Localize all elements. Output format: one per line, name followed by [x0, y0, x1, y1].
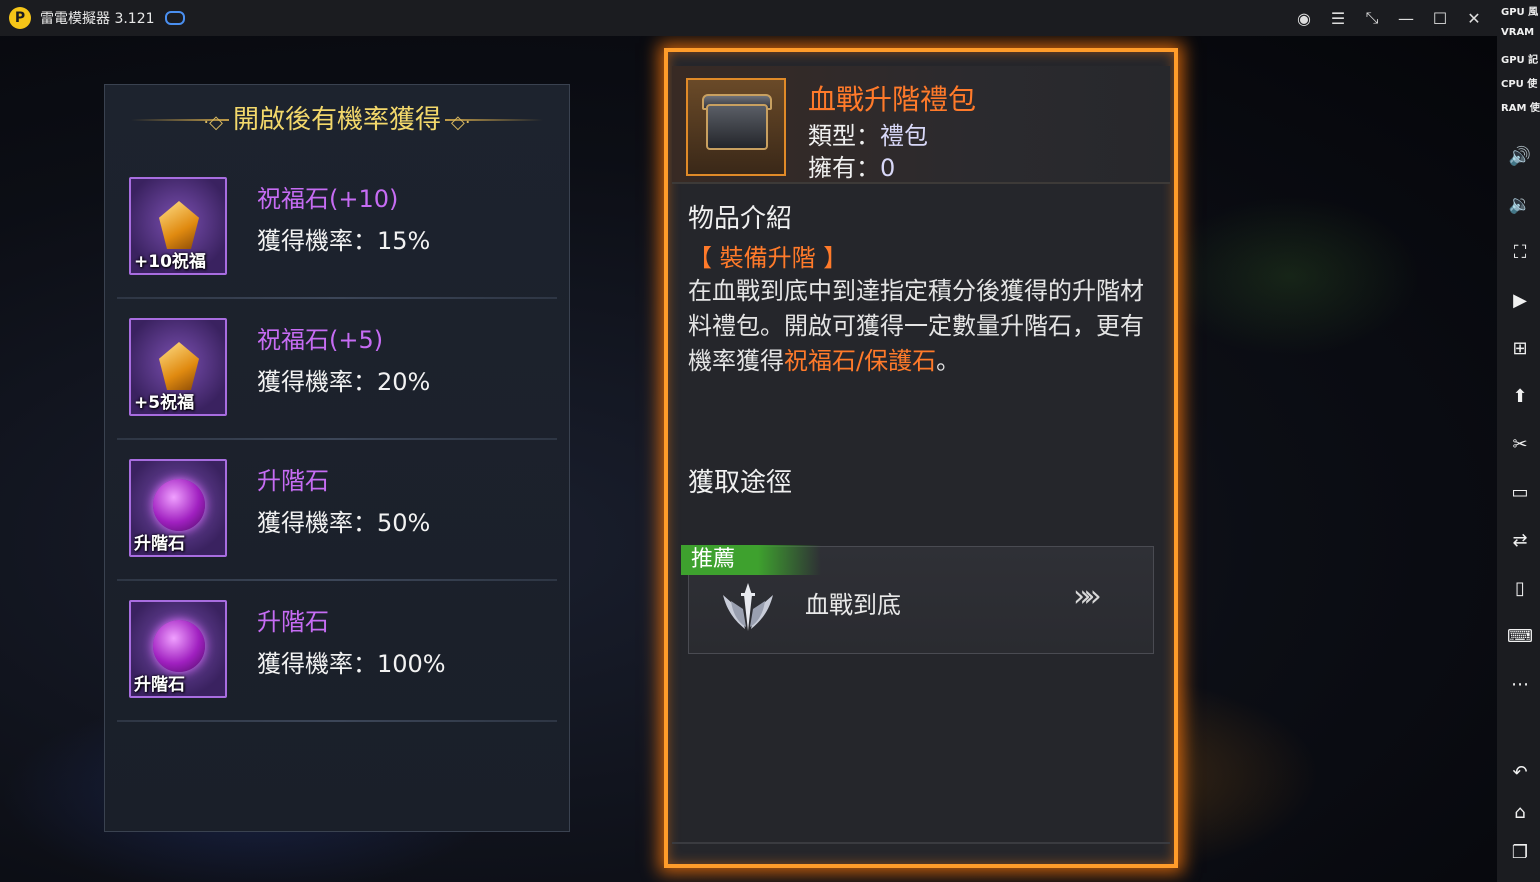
more-icon[interactable]: ⋯	[1507, 671, 1533, 697]
drop-item[interactable]: +5祝福 祝福石(+5) 獲得機率：20%	[117, 308, 557, 440]
back-icon[interactable]: ↶	[1507, 759, 1533, 785]
volume-up-icon[interactable]: 🔊	[1507, 143, 1533, 169]
item-name: 祝福石(+10)	[257, 185, 399, 213]
item-rate: 獲得機率：100%	[257, 650, 446, 678]
purple-orb-icon	[153, 620, 205, 672]
panel-footer-divider	[672, 842, 1170, 844]
menu-icon[interactable]: ☰	[1321, 0, 1355, 36]
row-divider	[117, 579, 557, 581]
ornament-left-icon: ·◇	[203, 112, 223, 133]
record-macro-icon[interactable]: ▶	[1507, 287, 1533, 313]
perf-gpu-mem: GPU 記	[1501, 55, 1539, 66]
type-label: 類型：	[808, 122, 880, 150]
shrink-window-icon[interactable]: ⤡	[1355, 0, 1389, 36]
description-highlight: 祝福石/保護石	[784, 347, 937, 375]
gamepad-icon[interactable]	[164, 11, 185, 25]
item-owned: 擁有：0	[808, 148, 895, 183]
item-name: 升階石	[257, 467, 329, 495]
item-icon-tag: 升階石	[134, 534, 185, 554]
item-detail-panel: 血戰升階禮包 類型：禮包 擁有：0 物品介紹 【 裝備升階 】 在血戰到底中到達…	[664, 48, 1178, 868]
blessing-stone-icon[interactable]: +10祝福	[129, 177, 227, 275]
item-rate: 獲得機率：20%	[257, 368, 431, 396]
home-icon[interactable]: ⌂	[1507, 799, 1533, 825]
title-bar: P 雷電模擬器 3.121 ◉ ☰ ⤡ — ☐ ✕	[0, 0, 1497, 36]
volume-down-icon[interactable]: 🔉	[1507, 191, 1533, 217]
perf-gpu: GPU 風	[1501, 7, 1539, 18]
owned-label: 擁有：	[808, 154, 880, 182]
drop-list-panel: ·◇ 開啟後有機率獲得 ◇· +10祝福 祝福石(+10) 獲得機率：15% +5祝…	[104, 84, 570, 832]
row-divider	[117, 297, 557, 299]
item-icon-tag: +5祝福	[134, 393, 195, 413]
sync-icon[interactable]: ⇄	[1507, 527, 1533, 553]
item-description: 在血戰到底中到達指定積分後獲得的升階材料禮包。開啟可獲得一定數量升階石，更有機率…	[688, 274, 1158, 379]
description-end: 。	[936, 347, 961, 375]
item-name: 祝福石(+5)	[257, 326, 384, 354]
maximize-button[interactable]: ☐	[1423, 0, 1457, 36]
owned-value: 0	[880, 154, 896, 182]
drop-item[interactable]: 升階石 升階石 獲得機率：100%	[117, 590, 557, 722]
go-arrow-icon[interactable]: »»	[1073, 579, 1102, 614]
upgrade-stone-icon[interactable]: 升階石	[129, 600, 227, 698]
background-glow	[1160, 196, 1420, 356]
recent-apps-icon[interactable]: ❐	[1507, 839, 1533, 865]
ornament-right-icon: ◇·	[451, 112, 471, 133]
multi-instance-icon[interactable]: ⊞	[1507, 335, 1533, 361]
recommended-badge: 推薦	[681, 545, 821, 575]
close-button[interactable]: ✕	[1457, 0, 1491, 36]
drop-list-header: ·◇ 開啟後有機率獲得 ◇·	[105, 85, 569, 157]
row-divider	[117, 720, 557, 722]
gold-gem-icon	[159, 201, 199, 249]
item-icon-tag: 升階石	[134, 675, 185, 695]
item-title: 血戰升階禮包	[808, 83, 977, 116]
scissors-icon[interactable]: ✂	[1507, 431, 1533, 457]
category-tag: 【 裝備升階 】	[688, 244, 848, 272]
keyboard-icon[interactable]: ⌨	[1507, 623, 1533, 649]
item-header: 血戰升階禮包 類型：禮包 擁有：0	[672, 66, 1170, 184]
fullscreen-icon[interactable]: ⛶	[1507, 239, 1533, 265]
intro-heading: 物品介紹	[688, 204, 793, 234]
video-record-icon[interactable]: ▭	[1507, 479, 1533, 505]
row-divider	[117, 438, 557, 440]
drop-item[interactable]: 升階石 升階石 獲得機率：50%	[117, 449, 557, 581]
route-name: 血戰到底	[805, 591, 901, 619]
purple-orb-icon	[153, 479, 205, 531]
shake-icon[interactable]: ▯	[1507, 575, 1533, 601]
source-route-card[interactable]: 推薦 血戰到底 »»	[681, 545, 1154, 654]
item-description-area: 物品介紹 【 裝備升階 】 在血戰到底中到達指定積分後獲得的升階材料禮包。開啟可…	[672, 186, 1170, 816]
app-logo-icon: P	[9, 7, 31, 29]
gold-gem-icon	[159, 342, 199, 390]
perf-cpu: CPU 使	[1501, 79, 1538, 90]
install-apk-icon[interactable]: ⬆	[1507, 383, 1533, 409]
item-type: 類型：禮包	[808, 116, 928, 151]
window-title: 雷電模擬器 3.121	[40, 11, 155, 27]
performance-overlay: GPU 風 VRAM GPU 記 CPU 使 RAM 使	[1497, 0, 1540, 120]
account-icon[interactable]: ◉	[1287, 0, 1321, 36]
perf-vram: VRAM	[1501, 27, 1535, 38]
minimize-button[interactable]: —	[1389, 0, 1423, 36]
game-screen[interactable]: ·◇ 開啟後有機率獲得 ◇· +10祝福 祝福石(+10) 獲得機率：15% +5祝…	[0, 36, 1497, 882]
source-heading: 獲取途徑	[688, 468, 793, 498]
drop-item[interactable]: +10祝福 祝福石(+10) 獲得機率：15%	[117, 167, 557, 299]
chest-body	[706, 104, 768, 150]
battle-emblem-icon	[723, 583, 773, 631]
blessing-stone-icon[interactable]: +5祝福	[129, 318, 227, 416]
item-icon-tag: +10祝福	[134, 252, 206, 272]
item-rate: 獲得機率：50%	[257, 509, 431, 537]
upgrade-stone-icon[interactable]: 升階石	[129, 459, 227, 557]
gift-chest-icon	[686, 78, 786, 176]
type-value: 禮包	[880, 122, 928, 150]
drop-list-title: 開啟後有機率獲得	[228, 105, 445, 135]
item-name: 升階石	[257, 608, 329, 636]
perf-ram: RAM 使	[1501, 103, 1540, 114]
item-rate: 獲得機率：15%	[257, 227, 431, 255]
